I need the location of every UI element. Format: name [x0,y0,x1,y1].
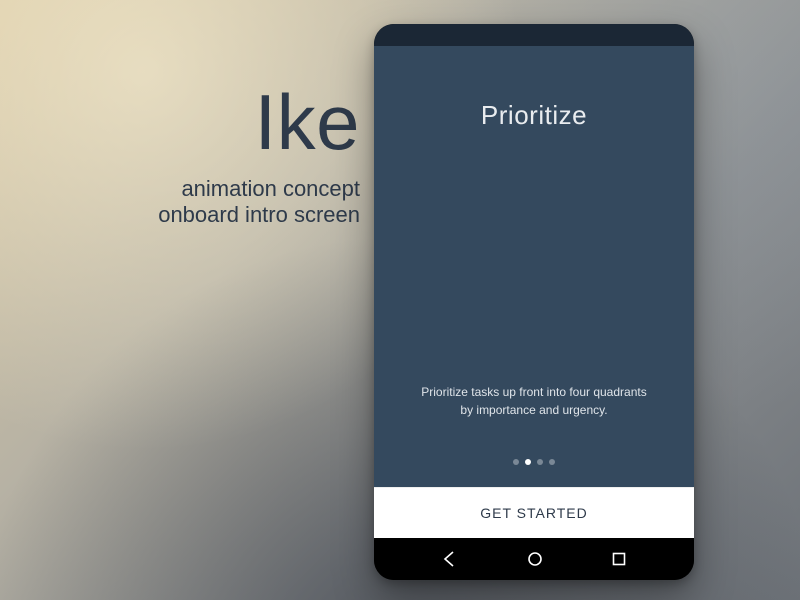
page-dot[interactable] [525,459,531,465]
presentation-slide: Ike animation concept onboard intro scre… [0,0,800,600]
page-dot[interactable] [537,459,543,465]
recents-icon[interactable] [611,551,627,567]
android-nav-bar [374,538,694,580]
page-indicator[interactable] [398,459,670,465]
onboarding-panel[interactable]: Prioritize Prioritize tasks up front int… [374,46,694,487]
page-dot[interactable] [549,459,555,465]
screen: Prioritize Prioritize tasks up front int… [374,46,694,538]
back-icon[interactable] [441,550,459,568]
home-icon[interactable] [526,550,544,568]
onboarding-body: Prioritize tasks up front into four quad… [419,383,649,419]
caption-line-2: onboard intro screen [40,202,360,228]
caption-line-1: animation concept [40,176,360,202]
page-dot[interactable] [513,459,519,465]
phone-frame: Prioritize Prioritize tasks up front int… [374,24,694,580]
app-name: Ike [40,76,360,170]
status-bar [374,24,694,46]
get-started-button[interactable]: GET STARTED [374,487,694,538]
onboarding-title: Prioritize [398,100,670,131]
slide-caption: Ike animation concept onboard intro scre… [40,76,360,228]
